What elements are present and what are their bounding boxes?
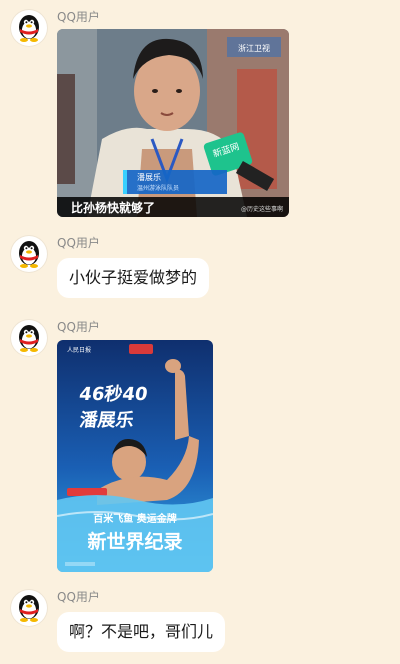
sender-name: QQ用户	[57, 236, 100, 250]
station-logo: 浙江卫视	[238, 43, 270, 53]
avatar[interactable]	[11, 10, 47, 46]
photo-caption: 比孙杨快就够了	[71, 200, 155, 215]
sender-name: QQ用户	[57, 320, 100, 334]
message-bubble[interactable]: 啊？不是吧，哥们儿	[57, 612, 226, 652]
nameplate-sub: 温州游泳队队员	[137, 184, 179, 192]
interview-photo: 浙江卫视 新蓝网 潘展乐 温州游泳队队员 比孙杨快就够了 @历史这些事啊	[57, 29, 289, 217]
avatar[interactable]	[11, 236, 47, 272]
sender-name: QQ用户	[57, 590, 100, 604]
photo-watermark: @历史这些事啊	[241, 205, 283, 213]
nameplate-name: 潘展乐	[137, 172, 161, 182]
chat-message: QQ用户 小伙子挺爱做梦的	[0, 234, 400, 304]
qq-penguin-icon	[19, 15, 39, 42]
avatar[interactable]	[11, 320, 47, 356]
qq-penguin-icon	[19, 325, 39, 352]
message-bubble[interactable]: 小伙子挺爱做梦的	[57, 258, 210, 298]
image-message[interactable]: 浙江卫视 新蓝网 潘展乐 温州游泳队队员 比孙杨快就够了 @历史这些事啊	[57, 29, 289, 217]
chat-message: QQ用户 人民日报 46秒40 潘展乐 百米飞鱼 奥运金牌 新世界纪录	[0, 318, 400, 576]
poster-record: 新世界纪录	[87, 530, 182, 553]
avatar[interactable]	[11, 590, 47, 626]
qq-penguin-icon	[19, 241, 39, 268]
poster-logo: 人民日报	[67, 346, 91, 354]
qq-penguin-icon	[19, 595, 39, 622]
poster-tagline: 百米飞鱼 奥运金牌	[93, 512, 176, 525]
poster-time: 46秒40	[78, 383, 149, 405]
chat-message: QQ用户 浙江卫视 新蓝网 潘展乐 温州游泳队队员 比孙杨快就够了 @历史这些事…	[0, 8, 400, 220]
image-message[interactable]: 人民日报 46秒40 潘展乐 百米飞鱼 奥运金牌 新世界纪录	[57, 340, 213, 572]
sender-name: QQ用户	[57, 10, 100, 24]
chat-message: QQ用户 啊？不是吧，哥们儿	[0, 588, 400, 658]
olympic-record-poster: 人民日报 46秒40 潘展乐 百米飞鱼 奥运金牌 新世界纪录	[57, 340, 213, 572]
poster-name: 潘展乐	[78, 410, 135, 431]
